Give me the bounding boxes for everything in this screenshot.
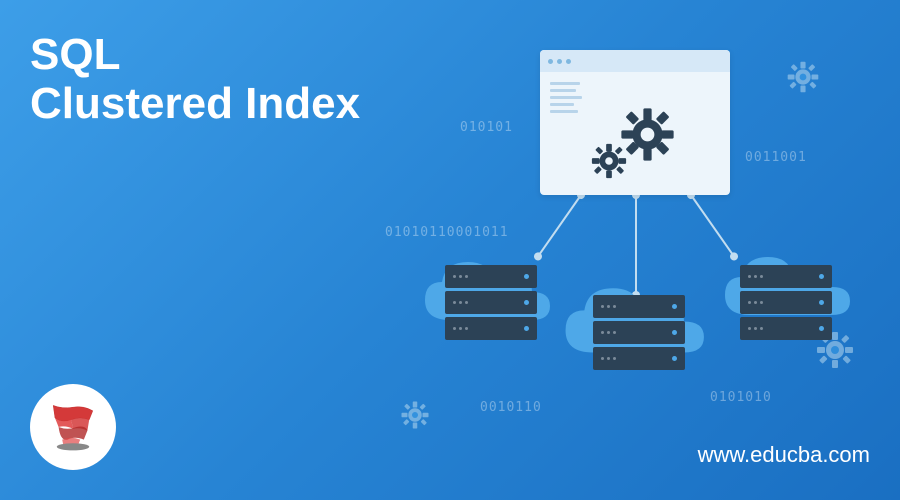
- gear-small-icon: [590, 142, 628, 180]
- title-line-1: SQL: [30, 30, 120, 79]
- connector-line: [537, 194, 582, 257]
- decorative-gear-icon: [400, 400, 430, 430]
- title-line-2: Clustered Index: [30, 79, 360, 128]
- server-rack-icon: [740, 265, 832, 343]
- server-rack-icon: [445, 265, 537, 343]
- gear-large-icon: [620, 107, 675, 162]
- application-window: [540, 50, 730, 195]
- binary-text: 0011001: [745, 150, 807, 165]
- window-titlebar: [540, 50, 730, 72]
- sql-server-logo-icon: [46, 400, 100, 454]
- binary-text: 0101010: [710, 390, 772, 405]
- binary-text: 010101: [460, 120, 513, 135]
- decorative-gear-icon: [786, 60, 820, 94]
- binary-text: 01010110001011: [385, 225, 509, 240]
- binary-text: 0010110: [480, 400, 542, 415]
- server-rack-icon: [593, 295, 685, 373]
- database-illustration: 010101 0011001 01010110001011 0010110 01…: [400, 50, 860, 450]
- page-title: SQL Clustered Index: [30, 30, 360, 129]
- brand-logo-circle: [30, 384, 116, 470]
